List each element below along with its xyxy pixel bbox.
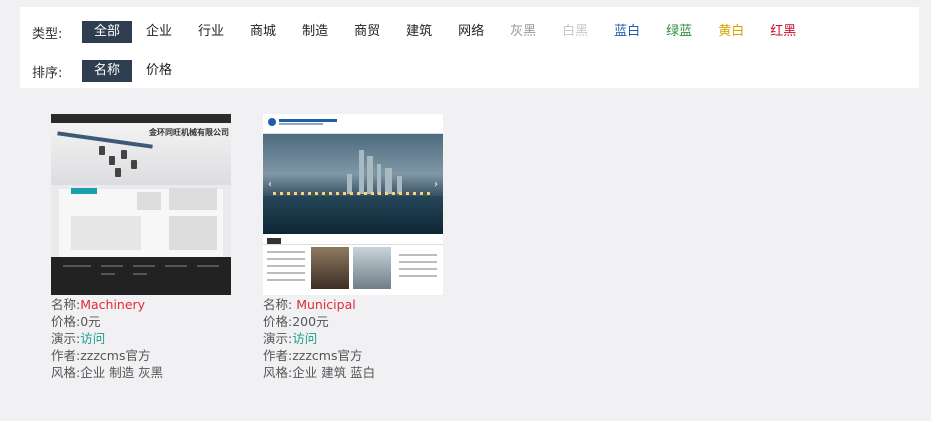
name-line: 名称: Municipal [263,296,453,313]
type-option[interactable]: 企业 [134,21,184,43]
thumb-part [121,150,127,159]
type-option[interactable]: 绿蓝 [654,21,704,43]
template-card-machinery: 金环同旺机械有限公司 名称:Machinery 价格:0元 演示:访问 作者:z… [51,114,241,381]
thumb-part [115,168,121,177]
sort-option[interactable]: 价格 [134,60,184,82]
type-option[interactable]: 商城 [238,21,288,43]
thumb-tower [347,174,352,194]
type-option[interactable]: 网络 [446,21,496,43]
demo-link[interactable]: 访问 [292,331,317,346]
thumb-photo [353,247,391,289]
demo-line: 演示:访问 [51,330,241,347]
author-line: 作者:zzzcms官方 [51,347,241,364]
sort-filter-row: 排序: 名称 价格 [32,60,186,82]
type-option[interactable]: 商贸 [342,21,392,43]
thumb-part [109,156,115,165]
name-line: 名称:Machinery [51,296,241,313]
municipal-thumbnail[interactable]: ‹ › [263,114,443,295]
type-option[interactable]: 行业 [186,21,236,43]
thumb-part [99,146,105,155]
template-name: Machinery [80,297,146,312]
style-line: 风格:企业 建筑 蓝白 [263,364,453,381]
thumb-title: 金环同旺机械有限公司 [149,128,229,137]
template-author: zzzcms官方 [292,348,363,363]
sort-option[interactable]: 名称 [82,60,133,82]
type-filter-label: 类型: [32,26,63,42]
thumb-logo [268,118,337,126]
style-line: 风格:企业 制造 灰黑 [51,364,241,381]
price-line: 价格:0元 [51,313,241,330]
thumb-header [51,114,231,123]
type-option[interactable]: 红黑 [758,21,808,43]
demo-link[interactable]: 访问 [80,331,105,346]
type-option[interactable]: 蓝白 [602,21,652,43]
thumb-tower [359,150,364,194]
thumb-tower [385,168,392,194]
demo-label: 演示: [51,331,81,346]
filter-panel: 类型: 全部 企业 行业 商城 制造 商贸 建筑 网络 灰黑 白黑 蓝白 绿蓝 黄白 红黑 排序: 名称价… [20,7,919,88]
template-info: 名称:Machinery 价格:0元 演示:访问 作者:zzzcms官方 风格:… [51,296,241,381]
thumb-box [169,188,217,210]
sort-filter-label: 排序: [32,65,63,81]
template-name: Municipal [296,297,356,312]
style-label: 风格: [263,365,293,380]
thumb-river [263,196,443,234]
template-card-municipal: ‹ › 名称: Municipal 价格:200元 演示:访问 作者:zzzcm… [263,114,453,381]
thumb-tower [377,164,381,194]
style-label: 风格: [51,365,81,380]
author-label: 作者: [51,348,81,363]
thumb-photo-spacer [393,247,399,289]
price-line: 价格:200元 [263,313,453,330]
type-filter-row: 类型: 全部 企业 行业 商城 制造 商贸 建筑 网络 灰黑 白黑 蓝白 绿蓝 黄白 红黑 [32,21,810,43]
template-price: 200元 [292,314,329,329]
author-line: 作者:zzzcms官方 [263,347,453,364]
price-label: 价格: [51,314,81,329]
thumb-part [131,160,137,169]
type-option[interactable]: 制造 [290,21,340,43]
template-style: 企业 建筑 蓝白 [292,365,376,380]
thumb-photo [311,247,349,289]
thumb-section-bar [263,238,443,245]
name-label: 名称: [263,297,297,312]
template-price: 0元 [80,314,101,329]
thumb-lights [273,192,433,195]
demo-label: 演示: [263,331,293,346]
type-option[interactable]: 建筑 [394,21,444,43]
demo-line: 演示:访问 [263,330,453,347]
thumb-footer [51,257,231,295]
template-info: 名称: Municipal 价格:200元 演示:访问 作者:zzzcms官方 … [263,296,453,381]
chevron-right-icon: › [434,179,438,190]
price-label: 价格: [263,314,293,329]
type-option[interactable]: 全部 [82,21,133,43]
type-option[interactable]: 灰黑 [498,21,548,43]
type-option[interactable]: 白黑 [550,21,600,43]
thumb-nav [263,127,443,134]
thumb-tower [367,156,373,194]
template-author: zzzcms官方 [80,348,151,363]
name-label: 名称: [51,297,81,312]
type-option[interactable]: 黄白 [706,21,756,43]
sort-filter-options: 名称 价格 [82,60,186,82]
type-filter-options: 全部 企业 行业 商城 制造 商贸 建筑 网络 灰黑 白黑 蓝白 绿蓝 黄白 红黑 [82,21,810,43]
template-style: 企业 制造 灰黑 [80,365,164,380]
thumb-box [169,216,217,250]
thumb-box [137,192,161,210]
thumb-box [71,216,141,250]
thumb-tab [71,188,97,194]
author-label: 作者: [263,348,293,363]
chevron-left-icon: ‹ [268,179,272,190]
machinery-thumbnail[interactable]: 金环同旺机械有限公司 [51,114,231,295]
